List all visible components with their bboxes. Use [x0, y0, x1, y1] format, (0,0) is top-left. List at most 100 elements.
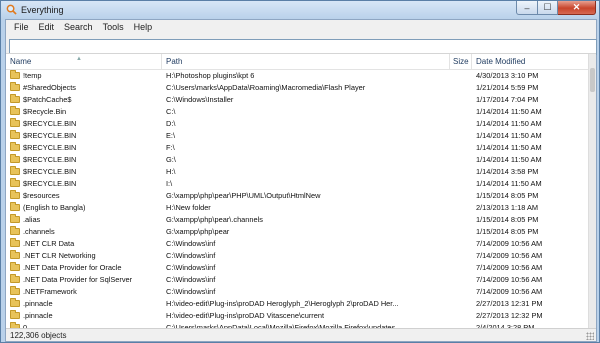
- name-cell: $RECYCLE.BIN: [10, 154, 160, 166]
- path-cell: C:\Windows\inf: [166, 251, 216, 260]
- column-name-label: Name: [10, 57, 32, 66]
- table-row[interactable]: .channels G:\xampp\php\pear 1/15/2014 8:05…: [6, 226, 589, 238]
- date-cell: 1/14/2014 3:58 PM: [476, 167, 539, 176]
- name-cell: $RECYCLE.BIN: [10, 166, 160, 178]
- date-cell: 7/14/2009 10:56 AM: [476, 287, 543, 296]
- date-cell: 2/13/2013 1:18 AM: [476, 203, 539, 212]
- table-row[interactable]: .NETFramework C:\Windows\inf 7/14/2009 10:…: [6, 286, 589, 298]
- table-row[interactable]: .NET Data Provider for SqlServer C:\Windo…: [6, 274, 589, 286]
- date-cell: 1/15/2014 8:05 PM: [476, 191, 539, 200]
- path-cell: H:\video-edit\Plug-ins\proDAD Vitascene\…: [166, 311, 325, 320]
- name-cell: $PatchCache$: [10, 94, 160, 106]
- table-row[interactable]: !temp H:\Photoshop plugins\kpt 6 4/30/2013…: [6, 70, 589, 82]
- table-row[interactable]: $RECYCLE.BIN F:\ 1/14/2014 11:50 AM: [6, 142, 589, 154]
- path-cell: G:\xampp\php\pear: [166, 227, 230, 236]
- maximize-button[interactable]: ☐: [538, 1, 558, 15]
- path-cell: H:\New folder: [166, 203, 211, 212]
- minimize-button[interactable]: –: [516, 1, 538, 15]
- app-window: Everything – ☐ ✕ File Edit Search Tools …: [0, 0, 600, 343]
- folder-icon: [10, 94, 20, 103]
- magnifier-app-icon: [6, 4, 17, 15]
- date-cell: 1/21/2014 5:59 PM: [476, 83, 539, 92]
- name-cell: $Recycle.Bin: [10, 106, 160, 118]
- menu-tools[interactable]: Tools: [98, 22, 129, 32]
- menu-bar: File Edit Search Tools Help: [6, 20, 596, 34]
- column-name-header[interactable]: Name ▲: [6, 54, 162, 69]
- path-cell: H:\: [166, 167, 176, 176]
- date-cell: 1/17/2014 7:04 PM: [476, 95, 539, 104]
- folder-icon: [10, 130, 20, 139]
- file-name: .NETFramework: [23, 287, 77, 296]
- table-row[interactable]: $RECYCLE.BIN G:\ 1/14/2014 11:50 AM: [6, 154, 589, 166]
- name-cell: $RECYCLE.BIN: [10, 178, 160, 190]
- column-path-header[interactable]: Path: [162, 54, 450, 69]
- table-row[interactable]: $resources G:\xampp\php\pear\PHP\UML\Outp…: [6, 190, 589, 202]
- file-name: $RECYCLE.BIN: [23, 143, 77, 152]
- menu-edit[interactable]: Edit: [34, 22, 60, 32]
- file-name: .channels: [23, 227, 55, 236]
- path-cell: C:\Windows\inf: [166, 239, 216, 248]
- table-row[interactable]: .NET CLR Data C:\Windows\inf 7/14/2009 10:…: [6, 238, 589, 250]
- folder-icon: [10, 82, 20, 91]
- table-row[interactable]: .pinnacle H:\video-edit\Plug-ins\proDAD V…: [6, 310, 589, 322]
- menu-file[interactable]: File: [9, 22, 34, 32]
- path-cell: C:\: [166, 107, 176, 116]
- path-cell: H:\video-edit\Plug-ins\proDAD Heroglyph_…: [166, 299, 399, 308]
- folder-icon: [10, 70, 20, 79]
- file-name: .NET CLR Networking: [23, 251, 96, 260]
- folder-icon: [10, 202, 20, 211]
- column-date-label: Date Modified: [476, 57, 526, 66]
- column-date-header[interactable]: Date Modified: [472, 54, 589, 69]
- folder-icon: [10, 118, 20, 127]
- table-row[interactable]: $RECYCLE.BIN H:\ 1/14/2014 3:58 PM: [6, 166, 589, 178]
- result-rows: !temp H:\Photoshop plugins\kpt 6 4/30/2013…: [6, 70, 589, 329]
- file-name: .NET CLR Data: [23, 239, 75, 248]
- file-name: $Recycle.Bin: [23, 107, 67, 116]
- column-path-label: Path: [166, 57, 183, 66]
- table-row[interactable]: .NET CLR Networking C:\Windows\inf 7/14/20…: [6, 250, 589, 262]
- column-size-header[interactable]: Size: [450, 54, 472, 69]
- folder-icon: [10, 106, 20, 115]
- title-bar[interactable]: Everything – ☐ ✕: [1, 1, 599, 18]
- folder-icon: [10, 286, 20, 295]
- path-cell: C:\Windows\Installer: [166, 95, 234, 104]
- folder-icon: [10, 310, 20, 319]
- name-cell: .NETFramework: [10, 286, 160, 298]
- table-row[interactable]: .NET Data Provider for Oracle C:\Windows\…: [6, 262, 589, 274]
- table-row[interactable]: #SharedObjects C:\Users\marks\AppData\Roa…: [6, 82, 589, 94]
- path-cell: H:\Photoshop plugins\kpt 6: [166, 71, 255, 80]
- path-cell: I:\: [166, 179, 173, 188]
- results-list[interactable]: Name ▲ Path Size Date Modified !temp H:\P…: [6, 53, 596, 329]
- folder-icon: [10, 166, 20, 175]
- table-row[interactable]: .alias G:\xampp\php\pear\.channels 1/15/20…: [6, 214, 589, 226]
- name-cell: .NET CLR Data: [10, 238, 160, 250]
- table-row[interactable]: $RECYCLE.BIN E:\ 1/14/2014 11:50 AM: [6, 130, 589, 142]
- name-cell: .alias: [10, 214, 160, 226]
- file-name: $RECYCLE.BIN: [23, 131, 77, 140]
- scrollbar-thumb[interactable]: [590, 68, 595, 92]
- date-cell: 1/14/2014 11:50 AM: [476, 131, 542, 140]
- close-button[interactable]: ✕: [558, 1, 596, 15]
- table-row[interactable]: $RECYCLE.BIN I:\ 1/14/2014 11:50 AM: [6, 178, 589, 190]
- date-cell: 7/14/2009 10:56 AM: [476, 275, 543, 284]
- table-row[interactable]: (English to Bangla) H:\New folder 2/13/201…: [6, 202, 589, 214]
- folder-icon: [10, 226, 20, 235]
- table-row[interactable]: $Recycle.Bin C:\ 1/14/2014 11:50 AM: [6, 106, 589, 118]
- menu-search[interactable]: Search: [59, 22, 98, 32]
- vertical-scrollbar[interactable]: [588, 54, 596, 329]
- path-cell: C:\Windows\inf: [166, 263, 216, 272]
- table-row[interactable]: $RECYCLE.BIN D:\ 1/14/2014 11:50 AM: [6, 118, 589, 130]
- table-row[interactable]: $PatchCache$ C:\Windows\Installer 1/17/201…: [6, 94, 589, 106]
- file-name: $PatchCache$: [23, 95, 72, 104]
- file-name: .pinnacle: [23, 311, 53, 320]
- table-row[interactable]: .pinnacle H:\video-edit\Plug-ins\proDAD H…: [6, 298, 589, 310]
- file-name: !temp: [23, 71, 42, 80]
- date-cell: 7/14/2009 10:56 AM: [476, 239, 543, 248]
- resize-grip-icon[interactable]: [586, 332, 594, 340]
- file-name: #SharedObjects: [23, 83, 76, 92]
- folder-icon: [10, 142, 20, 151]
- file-name: $RECYCLE.BIN: [23, 179, 77, 188]
- menu-help[interactable]: Help: [129, 22, 158, 32]
- name-cell: .channels: [10, 226, 160, 238]
- path-cell: G:\xampp\php\pear\.channels: [166, 215, 263, 224]
